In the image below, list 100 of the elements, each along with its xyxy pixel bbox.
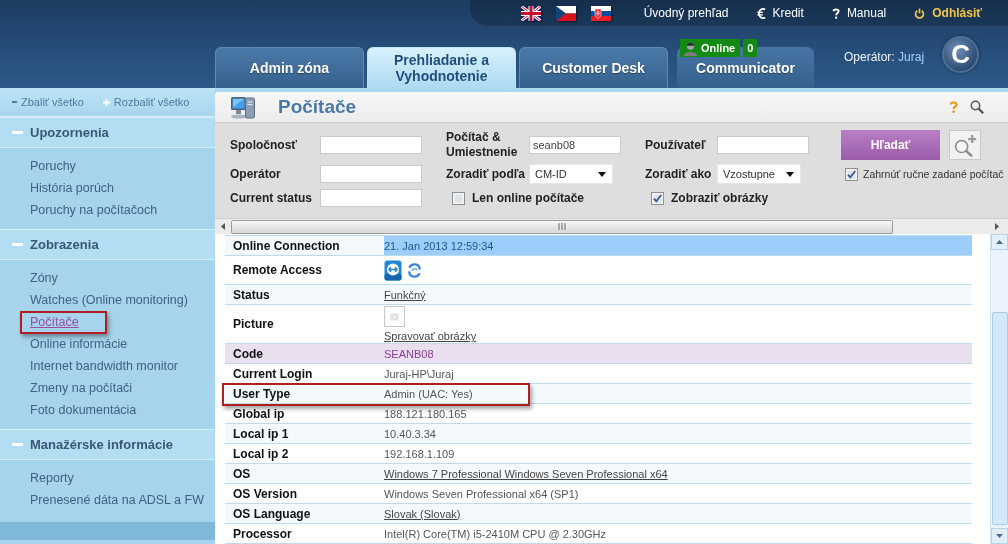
nav-tab[interactable]: Prehliadanie a Vyhodnotenie [367,47,516,88]
label-cell-text: Global ip [232,405,286,423]
sidebar-link[interactable]: História porúch [30,181,115,195]
value-link[interactable]: Spravovať obrázky [384,330,477,342]
dropdown[interactable]: CM-ID [529,164,613,184]
slovak-flag-icon[interactable] [590,5,611,21]
label-cell: OS Language [225,504,384,523]
sidebar-link[interactable]: Počítače [30,315,79,329]
label-cell-text: Picture [232,316,275,333]
checkbox[interactable] [452,191,465,205]
help-icon[interactable] [949,100,958,114]
status-label: Online [701,41,736,56]
euro-icon [756,6,766,20]
checkbox-label: Len online počítače [472,191,585,205]
right-arrow-icon[interactable] [995,223,999,230]
section-header[interactable]: Upozornenia [0,117,215,148]
checkbox[interactable] [845,167,858,181]
sidebar-link[interactable]: Zóny [30,271,58,285]
sidebar-link[interactable]: Watches (Online monitoring) [30,293,188,307]
label-cell: Local ip 1 [225,424,384,443]
czech-flag-icon[interactable] [555,5,576,21]
grip-icon [558,223,566,230]
label-cell-text: Current Login [232,365,314,383]
sidebar-link[interactable]: Online informácie [30,337,128,351]
caret-icon [786,171,794,177]
text-field[interactable] [320,165,422,183]
scrollbar-thumb[interactable] [231,219,893,234]
label-cell: OS [225,464,384,483]
value-cell-text: Intel(R) Core(TM) i5-2410M CPU @ 2.30GHz [384,526,608,542]
text-field[interactable] [320,189,422,207]
value-cell-text: 192.168.1.109 [384,446,456,462]
label-cell-text: OS Version [232,485,299,503]
vertical-scrollbar[interactable] [990,234,1008,544]
nav-tab[interactable]: Customer Desk [519,47,668,88]
checkbox-label: Zobraziť obrázky [671,191,769,205]
field-label: Počítač & Umiestnenie [446,130,519,160]
field-label: Spoločnosť [230,137,299,153]
british-flag-icon[interactable] [520,5,541,21]
top-nav-link[interactable]: Odhlásiť [914,6,982,20]
photo-thumbnail-icon[interactable] [384,306,405,327]
value-cell: 10.40.3.34 [384,424,972,443]
power-icon [914,7,926,19]
value-cell: Admin (UAC: Yes) [384,384,972,403]
checkbox[interactable] [651,191,664,205]
field-label: Zoradiť podľa [446,166,527,182]
field-label: Zoradiť ako [645,166,713,182]
question-icon [831,6,840,20]
count-badge: 0 [743,39,758,57]
operator-name: Juraj [898,50,925,64]
sidebar-link[interactable]: Reporty [30,471,74,485]
field-label: Používateľ [645,137,707,153]
sidebar-link[interactable]: Internet bandwidth monitor [30,359,178,373]
minus-icon [12,101,17,103]
text-field[interactable]: seanb08 [529,136,621,154]
computer-icon [230,94,256,120]
dropdown[interactable]: Vzostupne [717,164,801,184]
text-field[interactable] [717,136,809,154]
value-link[interactable]: Windows 7 Professional Windows Seven Professional x64 [384,467,668,480]
value-link[interactable]: Funkčný [384,288,426,301]
label-cell-text: Local ip 2 [232,445,290,463]
field-label: Current status [230,190,313,206]
top-nav-link[interactable]: Kredit [756,6,804,20]
user-silhouette-icon [684,40,697,56]
sidebar-link[interactable]: Foto dokumentácia [30,403,137,417]
label-cell: Code [225,344,384,363]
page-title: Počítače [278,96,357,118]
text-field[interactable] [320,136,422,154]
section-header[interactable]: Zobrazenia [0,229,215,260]
sidebar-link[interactable]: Poruchy [30,159,76,173]
search-button[interactable]: Hľadať [841,130,940,160]
plus-icon [102,98,110,106]
value-cell: 21. Jan 2013 12:59:34 [384,236,972,255]
value-cell-text: 188.121.180.165 [384,406,468,422]
search-icon[interactable] [970,100,984,114]
toolbar-link[interactable]: Rozbaliť všetko [102,96,190,108]
sidebar-link[interactable]: Zmeny na počítači [30,381,133,395]
nav-tab[interactable]: Admin zóna [215,47,364,88]
value-cell-text: Juraj-HP\Juraj [384,366,455,382]
checkbox-label: Zahrnúť ručne zadané počítač [863,168,1004,180]
sidebar-link[interactable]: Prenesené dáta na ADSL a FW [30,493,204,507]
magnifier-plus-icon [952,133,978,157]
label-cell: Online Connection [225,236,384,255]
sidebar-link[interactable]: Poruchy na počítačoch [30,203,158,217]
advanced-search-button[interactable] [949,130,981,160]
toolbar-link[interactable]: Zbaliť všetko [12,96,84,108]
label-cell-text: Processor [232,525,293,543]
value-cell-text: Windows Seven Professional x64 (SP1) [384,486,580,502]
value-link[interactable]: Slovak (Slovak) [384,507,461,520]
top-nav-link[interactable]: Úvodný prehľad [643,6,729,20]
top-nav-link[interactable]: Manual [831,6,887,20]
swirl-icon[interactable] [407,261,422,279]
operator-label: Operátor: [844,50,895,64]
label-cell: Status [225,285,384,304]
app-logo[interactable]: C [942,36,980,73]
left-arrow-icon[interactable] [221,223,225,230]
field-label: Operátor [230,166,282,182]
horizontal-scrollbar[interactable] [215,218,1008,234]
value-cell: SEANB08 [384,344,972,363]
section-header[interactable]: Manažérske informácie [0,429,215,460]
scrollbar-thumb[interactable] [991,312,1008,525]
